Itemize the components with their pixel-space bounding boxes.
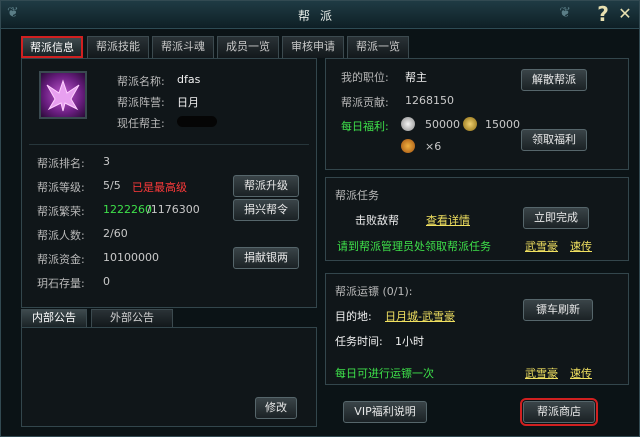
rank-label: 帮派排名:: [37, 157, 85, 170]
welfare-token-count: ×6: [425, 140, 442, 153]
daily-welfare-label: 每日福利:: [341, 120, 389, 133]
prosperity-current: 1222260: [103, 203, 152, 216]
stone-value: 0: [103, 275, 110, 288]
emblem-wings-icon: [46, 79, 80, 112]
guild-name: dfas: [177, 73, 201, 86]
tab-internal-notice[interactable]: 内部公告: [21, 309, 87, 327]
members-label: 帮派人数:: [37, 229, 85, 242]
leader-name-redacted: [177, 116, 217, 127]
tab-review[interactable]: 审核申请: [282, 36, 344, 58]
position-label: 我的职位:: [341, 71, 389, 84]
help-icon[interactable]: ?: [593, 2, 613, 26]
tab-guild-soul[interactable]: 帮派斗魂: [152, 36, 214, 58]
close-icon[interactable]: ✕: [615, 4, 635, 24]
prosperity-label: 帮派繁荣:: [37, 205, 85, 218]
guild-upgrade-button[interactable]: 帮派升级: [233, 175, 299, 197]
donate-silver-button[interactable]: 捐献银两: [233, 247, 299, 269]
disband-guild-button[interactable]: 解散帮派: [521, 69, 587, 91]
silver-coin-icon: [401, 117, 415, 131]
vip-welfare-info-button[interactable]: VIP福利说明: [343, 401, 427, 423]
guild-shop-button[interactable]: 帮派商店: [520, 398, 598, 426]
rank-value: 3: [103, 155, 110, 168]
guild-camp-label: 帮派阵营:: [117, 96, 165, 109]
contribution-label: 帮派贡献:: [341, 96, 389, 109]
level-label: 帮派等级:: [37, 181, 85, 194]
escort-npc-link[interactable]: 武雪豪: [525, 365, 558, 381]
modify-notice-button[interactable]: 修改: [255, 397, 297, 419]
task-header: 帮派任务: [335, 189, 379, 202]
window-title: 帮派: [297, 9, 342, 23]
welfare-silver: 50000: [425, 118, 460, 131]
tab-guild-info[interactable]: 帮派信息: [21, 36, 83, 58]
task-time-value: 1小时: [395, 335, 424, 348]
complete-now-button[interactable]: 立即完成: [523, 207, 589, 229]
guild-name-label: 帮派名称:: [117, 75, 165, 88]
escort-transfer-link[interactable]: 速传: [570, 365, 592, 381]
destination-link[interactable]: 日月城-武雪豪: [385, 308, 455, 324]
task-transfer-link[interactable]: 速传: [570, 238, 592, 254]
funds-value: 10100000: [103, 251, 159, 264]
level-max-note: 已是最高级: [132, 181, 187, 194]
members-value: 2/60: [103, 227, 128, 240]
task-npc-link[interactable]: 武雪豪: [525, 238, 558, 254]
refresh-cart-button[interactable]: 镖车刷新: [523, 299, 593, 321]
task-name: 击败敌帮: [355, 214, 399, 227]
guild-camp: 日月: [177, 96, 199, 109]
position-value: 帮主: [405, 71, 427, 84]
guild-emblem: [39, 71, 87, 119]
tab-external-notice[interactable]: 外部公告: [91, 309, 173, 327]
token-icon: [401, 139, 415, 153]
welfare-gold: 15000: [485, 118, 520, 131]
funds-label: 帮派资金:: [37, 253, 85, 266]
donate-order-button[interactable]: 捐兴帮令: [233, 199, 299, 221]
task-hint: 请到帮派管理员处领取帮派任务: [337, 240, 491, 253]
divider: [29, 144, 309, 145]
tab-guild-list[interactable]: 帮派一览: [347, 36, 409, 58]
escort-header: 帮派运镖 (0/1):: [335, 285, 413, 298]
escort-daily-note: 每日可进行运镖一次: [335, 367, 434, 380]
level-value: 5/5: [103, 179, 121, 192]
task-detail-link[interactable]: 查看详情: [426, 212, 470, 228]
claim-welfare-button[interactable]: 领取福利: [521, 129, 587, 151]
contribution-value: 1268150: [405, 94, 454, 107]
prosperity-max: /1176300: [147, 203, 200, 216]
task-time-label: 任务时间:: [335, 335, 383, 348]
tab-guild-skills[interactable]: 帮派技能: [87, 36, 149, 58]
ornament-icon: ❦: [559, 5, 571, 21]
gold-coin-icon: [463, 117, 477, 131]
title-bar: ❦ 帮派 ❦ ? ✕: [1, 1, 639, 29]
guild-leader-label: 现任帮主:: [117, 117, 165, 130]
guild-window: ❦ 帮派 ❦ ? ✕ 帮派信息 帮派技能 帮派斗魂 成员一览 审核申请 帮派一览…: [0, 0, 640, 437]
destination-label: 目的地:: [335, 310, 372, 323]
tab-members[interactable]: 成员一览: [217, 36, 279, 58]
stone-label: 玥石存量:: [37, 277, 85, 290]
